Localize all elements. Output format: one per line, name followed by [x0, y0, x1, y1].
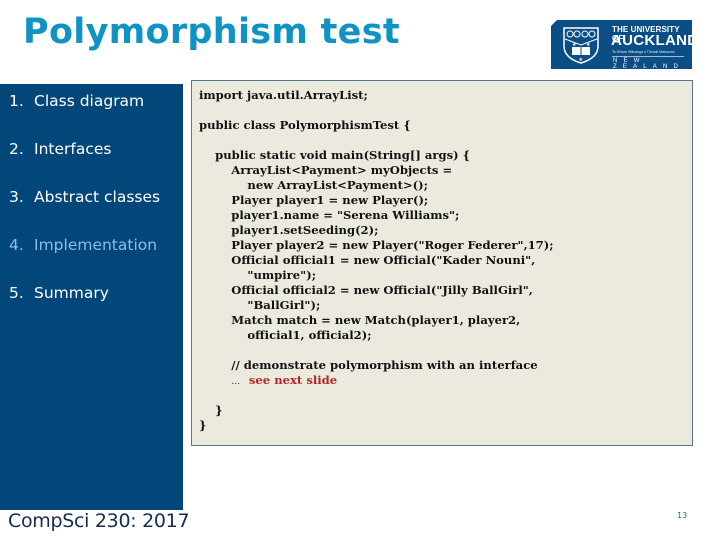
logo-line-2: AUCKLAND: [611, 32, 699, 49]
code-listing: import java.util.ArrayList; public class…: [199, 88, 554, 433]
code-line: public class PolymorphismTest {: [199, 118, 411, 132]
sidebar-item-label: Class diagram: [34, 92, 145, 110]
sidebar-item-number: 3.: [9, 188, 24, 206]
crest-icon: ★ ★ ★: [563, 27, 599, 64]
code-line: import java.util.ArrayList;: [199, 88, 368, 102]
code-line: public static void main(String[] args) {: [199, 148, 471, 162]
logo-line-4: NEW ZEALAND: [613, 58, 685, 70]
code-line: Official official1 = new Official("Kader…: [199, 253, 536, 267]
sidebar-item-summary[interactable]: 5. Summary: [9, 284, 109, 302]
code-line: }: [199, 403, 223, 417]
sidebar-item-abstract-classes[interactable]: 3. Abstract classes: [9, 188, 160, 206]
sidebar-item-label: Abstract classes: [34, 188, 161, 206]
code-line: "BallGirl");: [199, 298, 321, 312]
code-line: Match match = new Match(player1, player2…: [199, 313, 521, 327]
sidebar-item-number: 2.: [9, 140, 24, 158]
sidebar-item-number: 4.: [9, 236, 24, 254]
logo-divider: [612, 56, 684, 57]
sidebar-item-label: Implementation: [34, 236, 158, 254]
see-next-slide-note: see next slide: [248, 373, 338, 387]
course-footer: CompSci 230: 2017: [8, 510, 190, 532]
code-line: Player player1 = new Player();: [199, 193, 429, 207]
sidebar: 1. Class diagram 2. Interfaces 3. Abstract …: [0, 84, 183, 510]
page-number: 13: [677, 511, 688, 520]
logo-motto: Te Whare Wānanga o Tāmaki Makaurau: [612, 50, 675, 54]
code-line: // demonstrate polymorphism with an inte…: [199, 358, 538, 372]
sidebar-item-class-diagram[interactable]: 1. Class diagram: [9, 92, 144, 110]
sidebar-item-label: Summary: [34, 284, 109, 302]
code-line: Official official2 = new Official("Jilly…: [199, 283, 533, 297]
sidebar-item-label: Interfaces: [34, 140, 112, 158]
svg-text:★: ★: [579, 57, 584, 63]
code-line: }: [199, 418, 207, 432]
code-line: player1.setSeeding(2);: [199, 223, 379, 237]
ellipsis: …: [231, 377, 249, 387]
code-line: ArrayList<Payment> myObjects =: [199, 163, 453, 177]
university-logo: ★ ★ ★ THE UNIVERSITY OF AUCKLAND Te Whar…: [551, 20, 692, 69]
code-line: … see next slide: [199, 373, 554, 388]
code-line: official1, official2);: [199, 328, 372, 342]
slide-title: Polymorphism test: [23, 12, 400, 52]
sidebar-item-number: 1.: [9, 92, 24, 110]
code-line: player1.name = "Serena Williams";: [199, 208, 460, 222]
sidebar-item-implementation[interactable]: 4. Implementation: [9, 236, 157, 254]
sidebar-item-interfaces[interactable]: 2. Interfaces: [9, 140, 111, 158]
code-line: Player player2 = new Player("Roger Feder…: [199, 238, 554, 252]
sidebar-item-number: 5.: [9, 284, 24, 302]
code-line: new ArrayList<Payment>();: [199, 178, 428, 192]
code-line: "umpire");: [199, 268, 316, 282]
code-block: import java.util.ArrayList; public class…: [191, 80, 693, 446]
